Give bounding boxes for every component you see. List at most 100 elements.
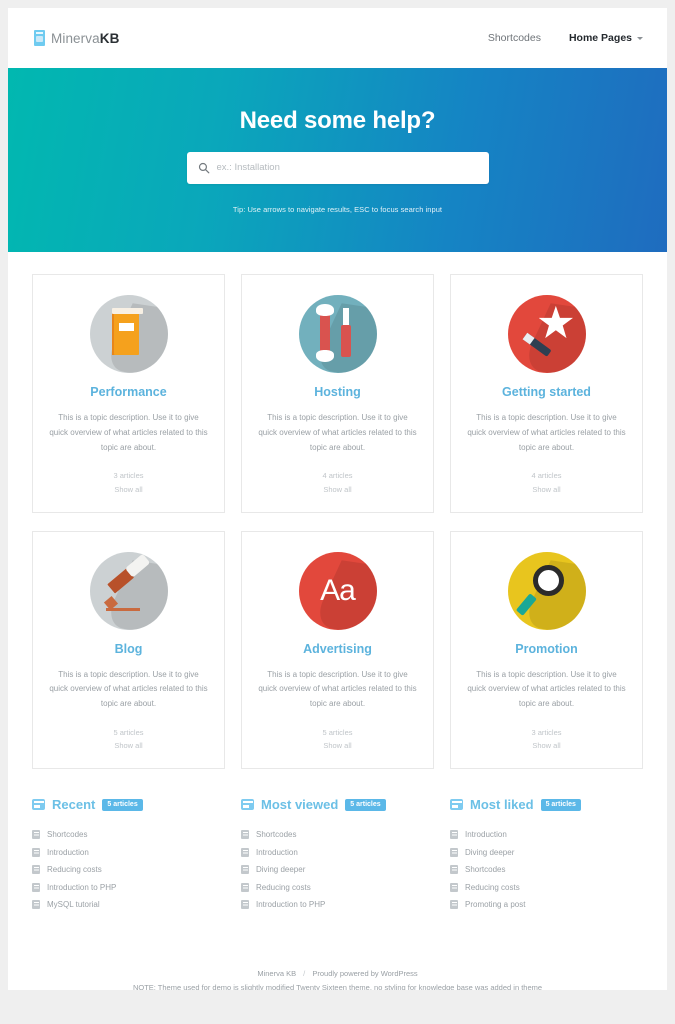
list-item[interactable]: Introduction to PHP xyxy=(241,896,434,913)
article-icon xyxy=(241,830,249,840)
list-title: Most liked xyxy=(470,797,534,813)
list-title: Recent xyxy=(52,797,96,813)
list-item[interactable]: MySQL tutorial xyxy=(32,896,225,913)
topic-article-count: 3 articles xyxy=(113,471,144,481)
search-input[interactable] xyxy=(216,162,478,173)
topic-show-all-link[interactable]: Show all xyxy=(256,483,419,496)
list-icon xyxy=(241,799,254,811)
topic-title: Hosting xyxy=(314,385,361,399)
list-header: Most viewed 5 articles xyxy=(241,797,434,812)
site-logo[interactable]: MinervaKB xyxy=(34,30,119,46)
nav-item-shortcodes-label: Shortcodes xyxy=(487,32,541,44)
topic-show-all-link[interactable]: Show all xyxy=(465,739,628,752)
site-container: MinervaKB Shortcodes Home Pages Need som… xyxy=(8,8,667,990)
article-icon xyxy=(32,899,40,909)
topic-show-all-link[interactable]: Show all xyxy=(47,483,210,496)
list-item[interactable]: Reducing costs xyxy=(241,878,434,895)
search-icon xyxy=(198,162,209,173)
book-icon xyxy=(89,295,168,373)
topic-description: This is a topic description. Use it to g… xyxy=(49,413,208,452)
article-list-recent: Recent 5 articles Shortcodes Introductio… xyxy=(32,797,225,913)
topic-card-performance[interactable]: Performance This is a topic description.… xyxy=(32,274,225,513)
list-item-label: Introduction xyxy=(465,830,507,840)
chevron-down-icon xyxy=(637,36,643,40)
topic-card-hosting[interactable]: Hosting This is a topic description. Use… xyxy=(241,274,434,513)
list-item[interactable]: Shortcodes xyxy=(450,861,643,878)
list-item[interactable]: Reducing costs xyxy=(32,861,225,878)
wand-art xyxy=(508,295,586,373)
list-item[interactable]: Shortcodes xyxy=(241,826,434,843)
topic-description: This is a topic description. Use it to g… xyxy=(467,669,626,709)
list-icon xyxy=(32,799,45,811)
list-item-label: Shortcodes xyxy=(256,830,297,840)
topic-description: This is a topic description. Use it to g… xyxy=(258,413,417,452)
list-item-label: Diving deeper xyxy=(465,847,515,857)
list-item-label: MySQL tutorial xyxy=(47,899,100,909)
magic-wand-icon xyxy=(507,295,586,373)
brand-name-primary: Minerva xyxy=(51,30,100,46)
topic-description: This is a topic description. Use it to g… xyxy=(467,413,626,452)
list-item[interactable]: Introduction xyxy=(241,844,434,861)
list-items: Shortcodes Introduction Reducing costs I… xyxy=(32,826,225,913)
main-navigation: Shortcodes Home Pages xyxy=(488,32,643,44)
article-icon xyxy=(241,847,249,857)
list-item-label: Introduction xyxy=(256,847,298,857)
topic-cards-grid: Performance This is a topic description.… xyxy=(8,252,667,770)
tools-icon xyxy=(298,295,377,373)
list-item[interactable]: Reducing costs xyxy=(450,878,643,895)
list-item[interactable]: Shortcodes xyxy=(32,826,225,843)
topic-card-promotion[interactable]: Promotion This is a topic description. U… xyxy=(450,530,643,770)
list-item[interactable]: Promoting a post xyxy=(450,896,643,913)
list-items: Introduction Diving deeper Shortcodes Re… xyxy=(450,826,643,913)
nav-item-home-pages[interactable]: Home Pages xyxy=(569,32,643,44)
list-header: Recent 5 articles xyxy=(32,797,225,812)
site-header: MinervaKB Shortcodes Home Pages xyxy=(8,8,667,68)
list-item[interactable]: Diving deeper xyxy=(241,861,434,878)
footer-note: NOTE: Theme used for demo is slightly mo… xyxy=(132,983,543,990)
topic-show-all-link[interactable]: Show all xyxy=(465,483,628,496)
nav-item-shortcodes[interactable]: Shortcodes xyxy=(488,32,541,44)
pencil-art xyxy=(90,552,168,630)
footer-separator: / xyxy=(303,969,306,979)
typography-icon-text: Aa xyxy=(320,573,356,607)
topic-title: Performance xyxy=(90,385,167,399)
list-item-label: Introduction to PHP xyxy=(47,882,117,892)
list-item[interactable]: Introduction xyxy=(450,826,643,843)
topic-description: This is a topic description. Use it to g… xyxy=(258,669,417,709)
topic-title: Getting started xyxy=(502,385,591,399)
article-icon xyxy=(241,882,249,892)
list-item[interactable]: Introduction xyxy=(32,844,225,861)
topic-show-all-link[interactable]: Show all xyxy=(47,739,210,752)
list-item[interactable]: Introduction to PHP xyxy=(32,878,225,895)
topic-show-all-link[interactable]: Show all xyxy=(256,739,419,752)
article-icon xyxy=(450,830,458,840)
footer-site-name[interactable]: Minerva KB xyxy=(257,969,296,978)
pencil-icon xyxy=(89,551,168,630)
magnifier-art xyxy=(508,552,586,630)
list-item-label: Reducing costs xyxy=(256,882,311,892)
topic-card-getting-started[interactable]: Getting started This is a topic descript… xyxy=(450,274,643,513)
article-icon xyxy=(241,865,249,875)
list-count-badge: 5 articles xyxy=(345,798,386,811)
topic-card-blog[interactable]: Blog This is a topic description. Use it… xyxy=(32,530,225,770)
footer-powered-by[interactable]: Proudly powered by WordPress xyxy=(312,969,417,978)
topic-title: Blog xyxy=(114,641,143,656)
topic-article-count: 4 articles xyxy=(322,471,353,481)
article-icon xyxy=(450,865,458,875)
list-count-badge: 5 articles xyxy=(102,798,143,811)
list-item[interactable]: Diving deeper xyxy=(450,844,643,861)
topic-article-count: 5 articles xyxy=(322,728,353,738)
article-icon xyxy=(32,882,40,892)
list-item-label: Reducing costs xyxy=(47,865,102,875)
article-icon xyxy=(450,899,458,909)
topic-article-count: 4 articles xyxy=(531,471,562,481)
topic-title: Advertising xyxy=(303,641,372,656)
list-item-label: Diving deeper xyxy=(256,865,306,875)
list-count-badge: 5 articles xyxy=(540,798,581,811)
list-item-label: Promoting a post xyxy=(465,899,526,909)
search-box[interactable] xyxy=(186,151,489,184)
topic-title: Promotion xyxy=(515,641,578,656)
topic-card-advertising[interactable]: Aa Advertising This is a topic descripti… xyxy=(241,530,434,770)
footer-credits: Minerva KB / Proudly powered by WordPres… xyxy=(32,969,643,978)
list-item-label: Introduction to PHP xyxy=(256,899,326,909)
